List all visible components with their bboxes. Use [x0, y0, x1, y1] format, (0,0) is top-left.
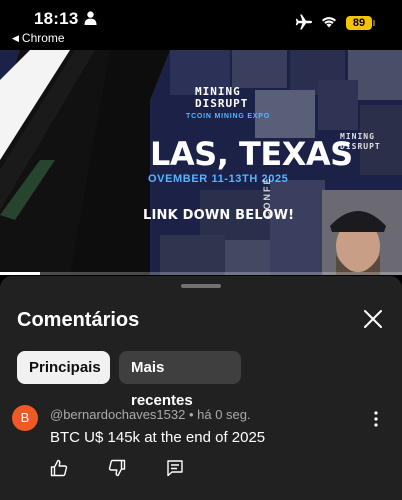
- video-player[interactable]: MINING DISRUPT TCOIN MINING EXPO MINING …: [0, 50, 402, 275]
- wifi-icon: [322, 17, 336, 28]
- mining-disrupt-logo: MINING DISRUPT: [195, 85, 249, 110]
- side-text: CONFE: [262, 176, 272, 219]
- drag-handle[interactable]: [181, 284, 221, 288]
- filter-chip-mais-recentes[interactable]: Mais recentes: [119, 351, 241, 409]
- person-icon: [84, 11, 97, 25]
- status-time: 18:13: [34, 9, 79, 28]
- status-bar: 18:13 ◀ Chrome 89: [0, 0, 402, 50]
- logo-tagline: TCOIN MINING EXPO: [186, 113, 270, 120]
- hero-title: LAS, TEXAS: [150, 135, 353, 173]
- back-to-app-link[interactable]: ◀ Chrome: [12, 31, 65, 45]
- sheet-title: Comentários: [17, 309, 140, 331]
- filter-chip-principais[interactable]: Principais: [17, 351, 110, 384]
- comment-meta: @bernardochaves1532 • há 0 seg.: [50, 407, 251, 422]
- video-progress-fill: [0, 272, 41, 275]
- battery-level: 89: [352, 17, 366, 29]
- back-arrow-icon: ◀: [12, 32, 19, 43]
- battery-cap: [373, 20, 375, 26]
- battery-icon: 89: [346, 16, 372, 30]
- back-app-label: Chrome: [21, 31, 65, 45]
- comments-sheet: Comentários Principais Mais recentes B @…: [0, 276, 402, 500]
- reply-icon[interactable]: [166, 459, 184, 477]
- airplane-icon: [295, 14, 312, 30]
- thumbs-up-icon[interactable]: [50, 459, 68, 477]
- comment-text: BTC U$ 145k at the end of 2025: [50, 429, 266, 446]
- more-options-icon[interactable]: [368, 409, 384, 429]
- video-progress-bar[interactable]: [0, 272, 402, 275]
- avatar[interactable]: B: [12, 405, 38, 431]
- thumbs-down-icon[interactable]: [108, 459, 126, 477]
- close-icon[interactable]: [362, 308, 384, 330]
- comment-actions: [50, 459, 184, 477]
